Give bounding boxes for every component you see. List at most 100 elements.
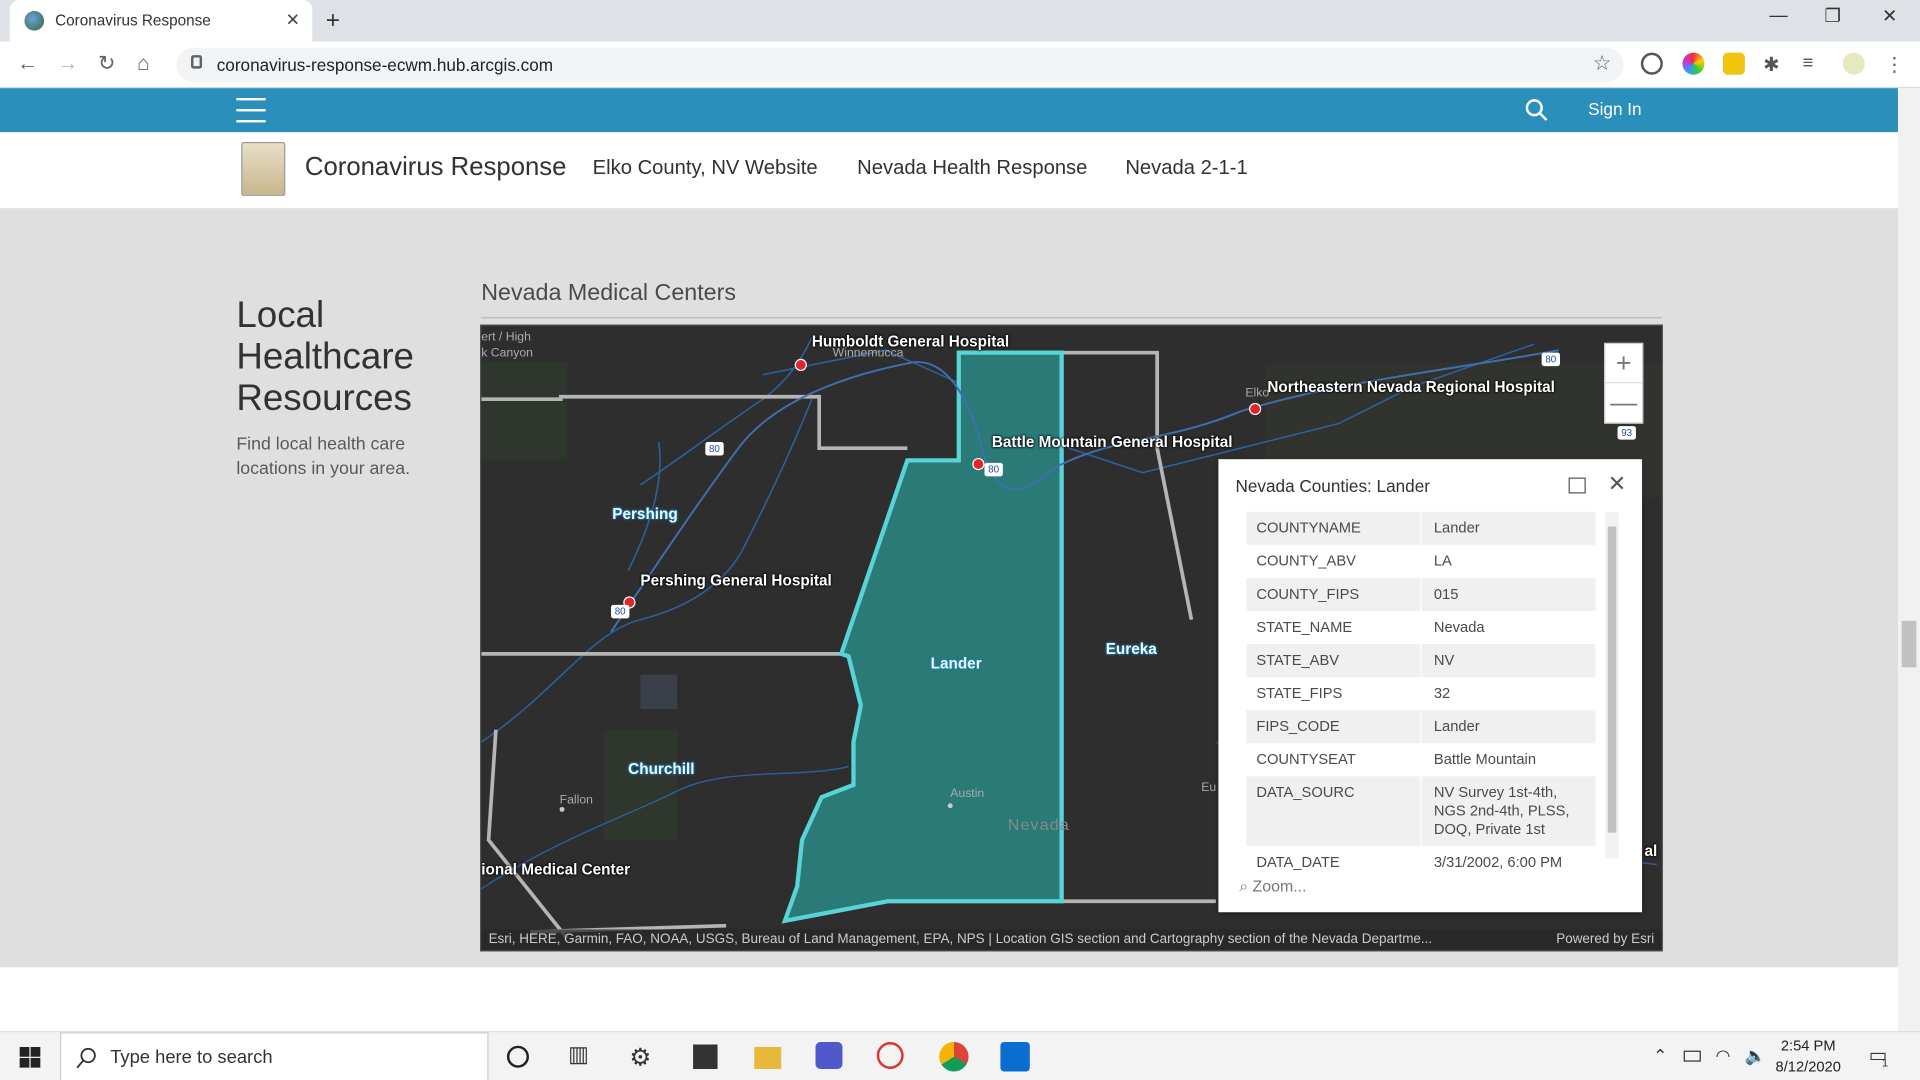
interstate-shield: 80 [705,442,724,456]
taskbar-search-box[interactable]: Type here to search [60,1032,489,1080]
notification-center-icon[interactable]: ▭ 1 [1869,1043,1898,1072]
hospital-label[interactable]: Battle Mountain General Hospital [992,433,1233,450]
close-tab-icon[interactable]: ✕ [286,10,300,31]
popup-scrollbar[interactable] [1605,511,1619,859]
attribute-value: NV [1433,651,1455,669]
hospital-label[interactable]: Pershing General Hospital [640,572,831,589]
section-subtext: Find local health care locations in your… [236,434,411,479]
attribute-value: 3/31/2002, 6:00 PM [1433,853,1563,871]
extensions-puzzle-icon[interactable]: ✱ [1763,53,1785,76]
county-label: Lander [930,655,982,673]
browser-tab[interactable]: Coronavirus Response ✕ [9,0,313,42]
tray-chevron-icon[interactable]: ⌃ [1653,1046,1682,1075]
battery-icon[interactable] [1683,1050,1701,1062]
profile-avatar[interactable] [1842,52,1865,75]
zoom-out-button[interactable]: — [1605,383,1642,422]
town-label: ert / High [481,330,531,345]
url-text: coronavirus-response-ecwm.hub.arcgis.com [216,55,554,75]
attribute-row: DATA_DATE 3/31/2002, 6:00 PM [1247,846,1596,880]
window-close-icon[interactable]: ✕ [1882,5,1897,27]
page-scrollbar[interactable] [1897,88,1920,1032]
task-view-icon[interactable]: ▥ [568,1042,597,1071]
map-attribution: Esri, HERE, Garmin, FAO, NOAA, USGS, Bur… [481,929,1662,951]
attribution-text: Esri, HERE, Garmin, FAO, NOAA, USGS, Bur… [488,931,1433,947]
extension-recycle-icon[interactable] [1640,52,1663,75]
attribute-row: STATE_FIPS 32 [1247,677,1596,711]
forward-icon[interactable]: → [58,51,79,75]
volume-icon[interactable]: 🔈 [1745,1046,1774,1075]
teams-icon[interactable] [815,1042,843,1069]
zoom-in-button[interactable]: + [1605,344,1643,384]
attribute-key: COUNTYNAME [1247,511,1422,545]
search-icon [76,1047,96,1069]
chrome-icon[interactable] [939,1042,969,1072]
minimize-icon[interactable]: — [1769,5,1787,26]
close-popup-icon[interactable]: ✕ [1608,471,1626,497]
attribute-value: Nevada [1433,618,1485,636]
extension-notes-icon[interactable] [1722,52,1745,75]
attribute-table: COUNTYNAME Lander COUNTY_ABV LA COUNTY_FIPS 0… [1246,511,1596,880]
site-top-bar: Sign In [0,88,1898,133]
snip-tool-icon[interactable] [876,1042,904,1069]
reload-icon[interactable]: ↻ [98,51,115,75]
browser-toolbar: ← → ↻ ⌂ coronavirus-response-ecwm.hub.ar… [0,41,1920,89]
attribute-key: STATE_NAME [1247,611,1422,645]
attribute-value: NV Survey 1st-4th, NGS 2nd-4th, PLSS, DO… [1433,783,1570,838]
new-tab-button[interactable]: + [326,7,340,35]
sticky-notes-icon[interactable] [693,1044,718,1069]
extension-color-icon[interactable] [1682,52,1705,75]
powered-by-esri-link[interactable]: Powered by Esri [1556,932,1654,947]
back-icon[interactable]: ← [17,51,38,75]
cortana-icon[interactable] [506,1045,529,1068]
browser-menu-icon[interactable]: ⋮ [1885,53,1907,76]
hospital-label[interactable]: Northeastern Nevada Regional Hospital [1267,378,1554,395]
zoom-control: + — [1604,342,1644,424]
county-label: Eureka [1105,640,1157,658]
hospital-label[interactable]: ional Medical Center [481,861,630,878]
town-label: Elko [1245,386,1270,401]
attribute-value: Lander [1433,519,1480,537]
search-placeholder: Type here to search [110,1046,273,1068]
county-info-popup: Nevada Counties: Lander ✕ COUNTYNAME Land… [1218,459,1643,913]
attribute-row: STATE_NAME Nevada [1247,611,1596,645]
attribute-value: Lander [1433,717,1480,735]
file-explorer-icon[interactable] [754,1046,782,1069]
notification-count: 1 [1882,1056,1889,1069]
sign-in-link[interactable]: Sign In [1588,99,1641,119]
attribute-key: STATE_FIPS [1247,677,1422,711]
attribute-row: DATA_SOURC NV Survey 1st-4th, NGS 2nd-4th… [1246,776,1596,847]
attribute-value: 32 [1433,684,1451,702]
attribute-value: LA [1433,552,1452,570]
nav-link-nevada-211[interactable]: Nevada 2-1-1 [1125,157,1247,180]
address-bar[interactable]: coronavirus-response-ecwm.hub.arcgis.com… [176,47,1624,83]
reading-list-icon[interactable]: ≡ [1802,53,1824,75]
wifi-icon[interactable]: ◠ [1716,1046,1745,1075]
dock-popup-icon[interactable] [1568,477,1586,494]
town-label: k Canyon [481,346,533,361]
system-clock[interactable]: 2:54 PM 8/12/2020 [1776,1036,1841,1078]
map-title: Nevada Medical Centers [481,280,736,307]
windows-start-icon[interactable] [19,1046,41,1068]
lock-icon [191,55,203,69]
tab-title: Coronavirus Response [55,12,211,30]
attribute-key: STATE_ABV [1247,644,1422,678]
county-logo[interactable] [241,142,286,196]
attribute-key: COUNTY_FIPS [1247,577,1422,612]
nav-link-elko-county[interactable]: Elko County, NV Website [593,157,818,180]
search-icon[interactable] [1525,98,1548,121]
attribute-key: FIPS_CODE [1247,710,1422,744]
zoom-to-link[interactable]: ⌕ Zoom... [1239,877,1306,897]
hamburger-menu-icon[interactable] [236,97,266,123]
county-label: Churchill [628,760,695,778]
town-label: Fallon [559,793,593,807]
outlook-icon[interactable] [1000,1042,1030,1072]
windows-taskbar: Type here to search ▥ ⚙ ⌃ ◠ 🔈 2:54 PM 8/… [0,1031,1920,1080]
attribute-key: DATA_SOURC [1247,776,1422,847]
bookmark-star-icon[interactable]: ☆ [1593,51,1612,75]
site-title[interactable]: Coronavirus Response [305,153,567,182]
home-icon[interactable]: ⌂ [137,51,150,75]
county-label: Pershing [612,505,678,523]
settings-gear-icon[interactable]: ⚙ [629,1042,658,1071]
nav-link-nevada-health[interactable]: Nevada Health Response [857,157,1087,180]
restore-icon[interactable]: ❐ [1825,5,1841,27]
